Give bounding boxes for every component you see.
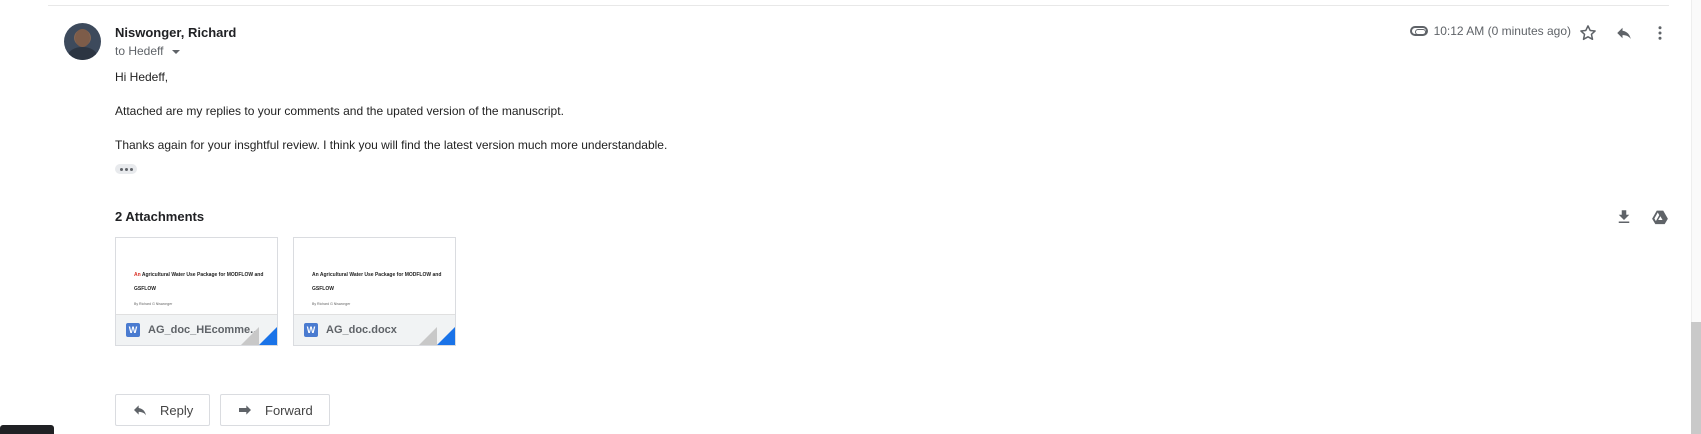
preview-author: By Richard G Niswonger [312,302,351,306]
recipient-details-toggle[interactable]: to Hedeff [115,44,181,58]
word-doc-icon: W [304,323,318,337]
attachment-name: AG_doc.docx [326,324,397,336]
attachment-card[interactable]: An Agricultural Water Use Package for MO… [115,237,278,346]
greeting-text: Hi Hedeff, [115,70,169,84]
preview-title-line1: Agricultural Water Use Package for MODFL… [140,272,264,278]
corner-fold-icon [437,327,455,345]
message-meta: 10:12 AM (0 minutes ago) [1409,24,1571,38]
body-paragraph-1: Attached are my replies to your comments… [115,104,564,118]
recipient-label: to Hedeff [115,44,164,58]
preview-author: By Richard G Niswonger [134,302,173,306]
sender-name: Niswonger, Richard [115,25,237,40]
paperclip-icon [1409,26,1428,36]
forward-icon [239,405,251,415]
preview-title-line2: GSFLOW [134,286,156,292]
reply-icon[interactable] [1613,22,1635,44]
corner-fold-icon [259,327,277,345]
attachment-preview: An Agricultural Water Use Package for MO… [294,238,455,316]
star-icon[interactable] [1577,22,1599,44]
word-doc-icon: W [126,323,140,337]
show-trimmed-content-button[interactable] [115,164,137,174]
message-time: 10:12 AM (0 minutes ago) [1433,24,1571,38]
dark-tab[interactable] [0,425,54,434]
top-divider [48,5,1669,6]
more-vert-icon[interactable] [1649,22,1671,44]
corner-fold-icon [419,327,437,345]
preview-title-line1: An Agricultural Water Use Package for MO… [312,272,442,278]
avatar[interactable] [64,23,101,60]
body-paragraph-2: Thanks again for your insghtful review. … [115,138,668,152]
attachment-card[interactable]: An Agricultural Water Use Package for MO… [293,237,456,346]
corner-fold-icon [241,327,259,345]
reply-button-label: Reply [160,402,194,418]
drive-icon[interactable] [1649,206,1671,228]
attachments-title: 2 Attachments [115,209,205,224]
download-icon[interactable] [1613,206,1635,228]
preview-title-line2: GSFLOW [312,286,334,292]
forward-button[interactable]: Forward [220,394,330,426]
scrollbar-thumb[interactable] [1691,322,1701,434]
chevron-down-icon[interactable] [172,50,181,54]
reply-button[interactable]: Reply [115,394,211,426]
preview-title-red: An [134,272,141,278]
forward-button-label: Forward [265,402,313,418]
reply-icon [134,405,146,416]
attachment-preview: An Agricultural Water Use Package for MO… [116,238,277,316]
